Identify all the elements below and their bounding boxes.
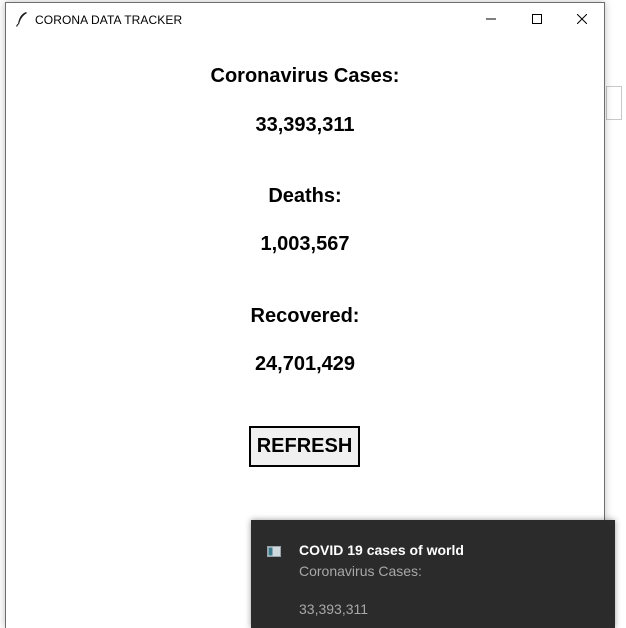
- background-window-field: [606, 86, 622, 120]
- refresh-button[interactable]: REFRESH: [249, 426, 360, 467]
- close-button[interactable]: [559, 3, 605, 35]
- feather-icon: [15, 11, 29, 27]
- title-bar[interactable]: CORONA DATA TRACKER: [6, 3, 604, 35]
- maximize-icon: [532, 14, 542, 24]
- deaths-label: Deaths:: [268, 185, 342, 207]
- cases-value: 33,393,311: [255, 114, 355, 136]
- toast-cases-label: Coronavirus Cases:: [299, 563, 422, 579]
- recovered-label: Recovered:: [250, 305, 360, 327]
- desktop: CORONA DATA TRACKER Coronavirus Cases: 3…: [0, 0, 626, 628]
- minimize-icon: [486, 18, 496, 20]
- toast-title: COVID 19 cases of world: [299, 542, 464, 558]
- close-icon: [577, 14, 587, 24]
- cases-label: Coronavirus Cases:: [210, 65, 400, 87]
- maximize-button[interactable]: [514, 3, 560, 35]
- recovered-value: 24,701,429: [254, 353, 356, 375]
- app-window-icon: [267, 544, 281, 557]
- deaths-value: 1,003,567: [260, 233, 350, 255]
- toast-notification[interactable]: COVID 19 cases of world Coronavirus Case…: [251, 520, 615, 628]
- minimize-button[interactable]: [468, 3, 514, 35]
- toast-cases-value: 33,393,311: [299, 601, 369, 617]
- window-title: CORONA DATA TRACKER: [35, 13, 183, 27]
